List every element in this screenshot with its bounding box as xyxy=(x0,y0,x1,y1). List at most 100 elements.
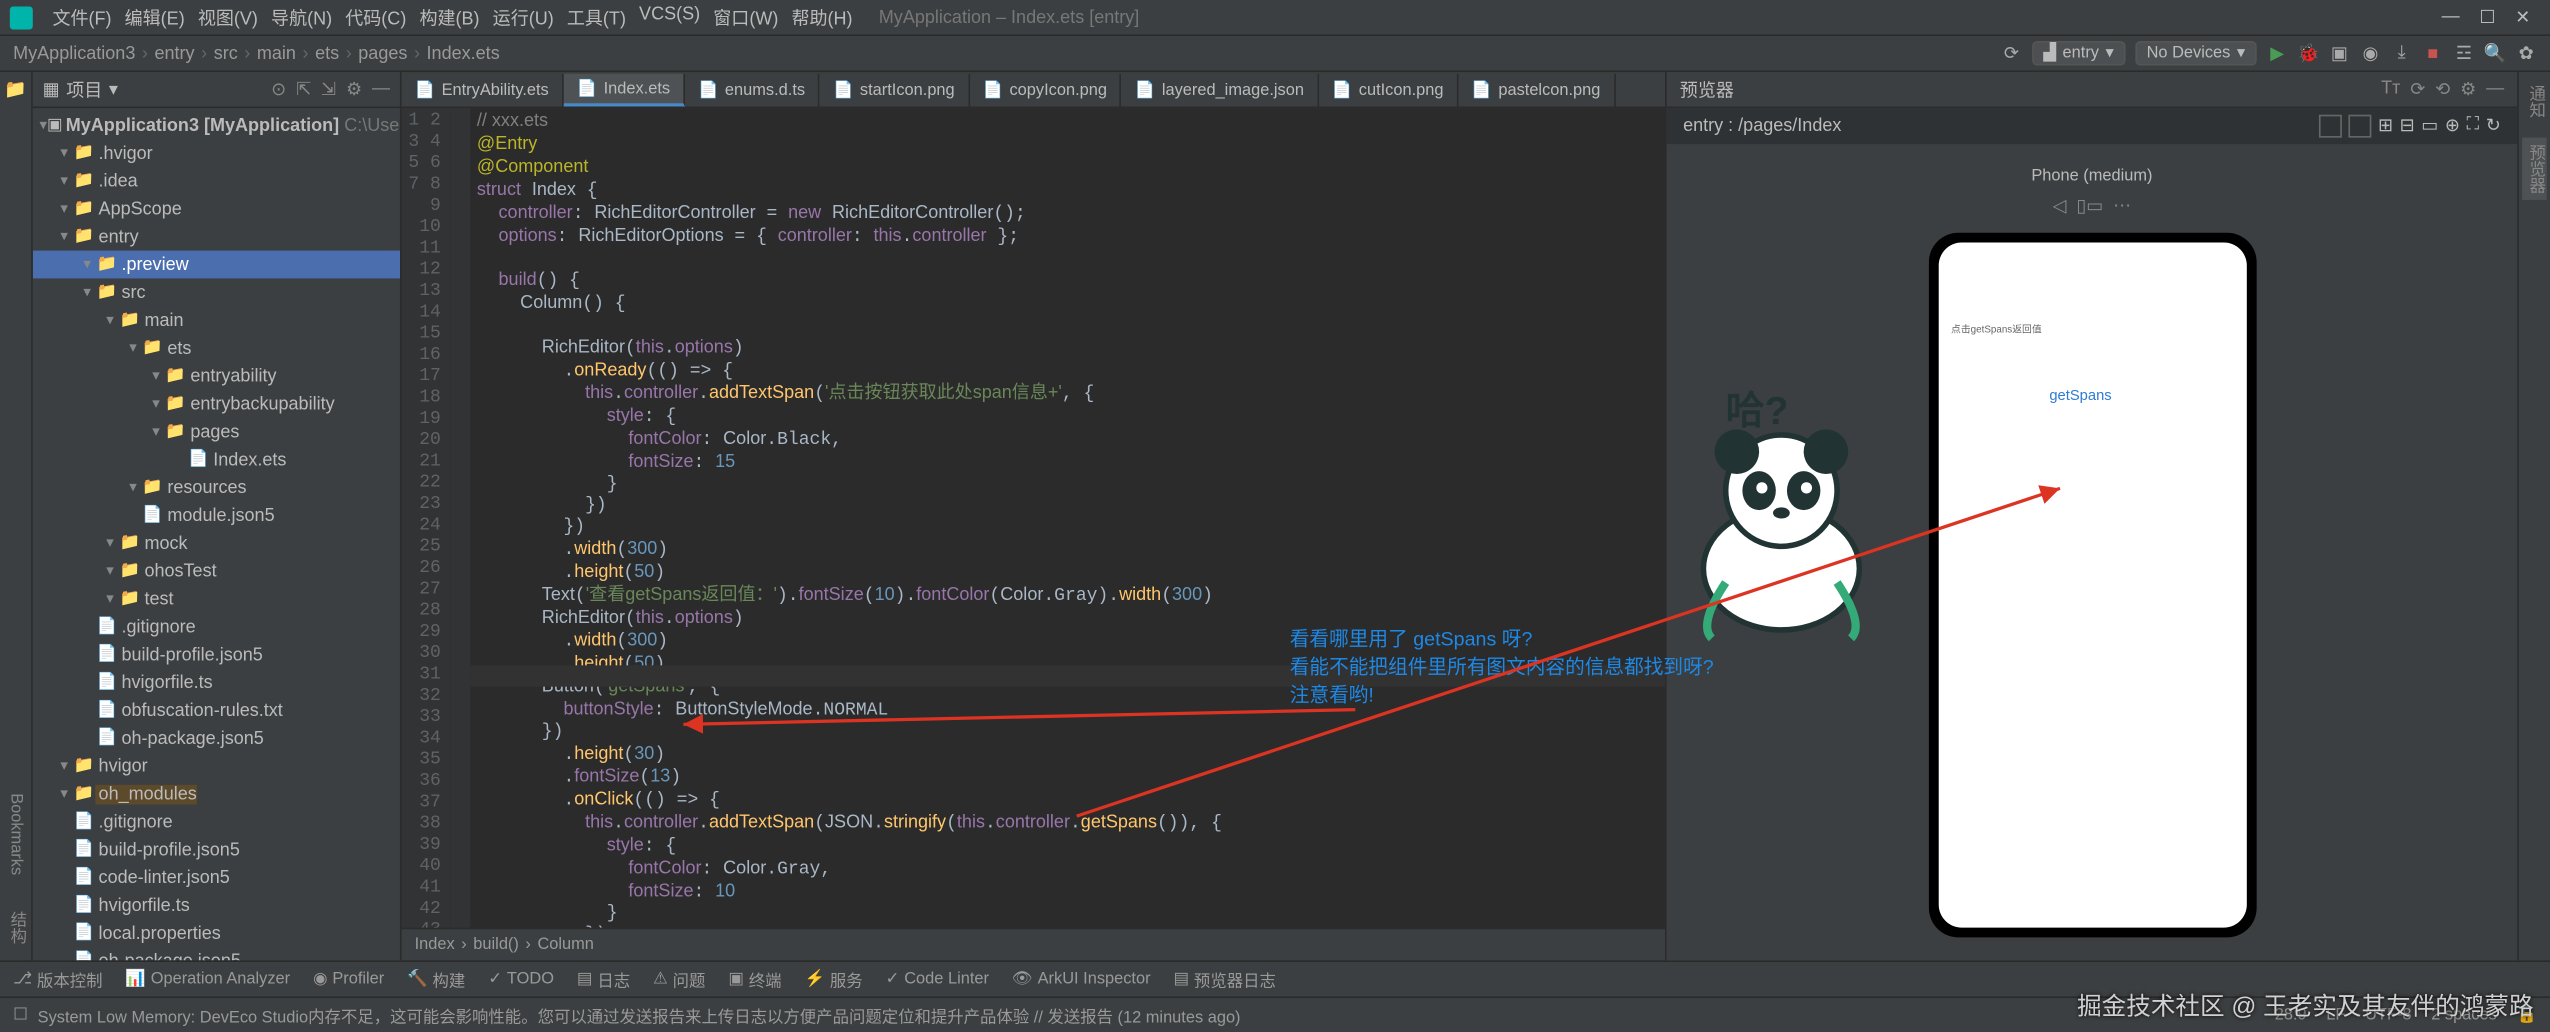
multi-device-icon[interactable]: ⊞ xyxy=(2378,115,2393,138)
hide-panel-icon[interactable]: — xyxy=(2486,79,2504,100)
tool-window-button[interactable]: ▤日志 xyxy=(577,967,630,992)
menu-item[interactable]: 导航(N) xyxy=(264,1,338,34)
tree-node[interactable]: ▾📁src xyxy=(33,279,400,307)
stop-icon[interactable]: ■ xyxy=(2422,43,2443,64)
tree-node[interactable]: 📄build-profile.json5 xyxy=(33,836,400,864)
editor-tab[interactable]: 📄startIcon.png xyxy=(820,74,970,107)
rotate-icon[interactable]: ⟲ xyxy=(2435,79,2450,100)
more-icon[interactable]: ⋯ xyxy=(2113,195,2131,216)
coverage-icon[interactable]: ▣ xyxy=(2329,43,2350,64)
tool-window-button[interactable]: ◉Profiler xyxy=(313,970,384,988)
tool-window-button[interactable]: ⚡服务 xyxy=(805,967,863,992)
tree-node[interactable]: 📄.gitignore xyxy=(33,613,400,641)
tree-node[interactable]: ▾📁oh_modules xyxy=(33,780,400,808)
run-icon[interactable]: ▶ xyxy=(2266,43,2287,64)
tool-window-button[interactable]: ✓Code Linter xyxy=(886,970,989,988)
tool-window-button[interactable]: 👁ArkUI Inspector xyxy=(1012,970,1151,988)
crumb-segment[interactable]: main xyxy=(257,43,296,63)
zoom-in-icon[interactable]: ⊕ xyxy=(2445,115,2460,138)
crumb-segment[interactable]: entry xyxy=(154,43,194,63)
settings-icon[interactable]: ⚙ xyxy=(346,79,362,100)
editor-tab[interactable]: 📄pastelcon.png xyxy=(1458,74,1615,107)
menu-item[interactable]: 工具(T) xyxy=(560,1,632,34)
hide-icon[interactable]: — xyxy=(372,79,390,100)
settings-icon[interactable]: ✿ xyxy=(2516,43,2537,64)
tool-window-button[interactable]: ▣终端 xyxy=(728,967,781,992)
tree-node[interactable]: ▾📁pages xyxy=(33,418,400,446)
crumb-segment[interactable]: pages xyxy=(358,43,407,63)
editor-tab[interactable]: 📄layered_image.json xyxy=(1122,74,1319,107)
device-dropdown[interactable]: No Devices ▾ xyxy=(2135,41,2257,66)
zoom-fit-icon[interactable]: ▭ xyxy=(2421,115,2438,138)
gear-icon[interactable]: ⚙ xyxy=(2460,79,2476,100)
editor-breadcrumb[interactable]: Index › build() › Column xyxy=(402,928,1666,961)
tree-node[interactable]: 📄hvigorfile.ts xyxy=(33,892,400,920)
editor-tab[interactable]: 📄EntryAbility.ets xyxy=(402,74,564,107)
status-icon[interactable]: ☐ xyxy=(13,1006,28,1024)
structure-tab[interactable]: 结构 xyxy=(3,905,28,951)
crumb-segment[interactable]: ets xyxy=(315,43,339,63)
tree-node[interactable]: 📄code-linter.json5 xyxy=(33,864,400,892)
menu-item[interactable]: 帮助(H) xyxy=(785,1,859,34)
close-button[interactable]: ✕ xyxy=(2515,7,2530,28)
refresh-icon[interactable]: ⟳ xyxy=(2410,79,2425,100)
tree-node[interactable]: ▾📁.hvigor xyxy=(33,139,400,167)
tree-node[interactable]: ▾📁test xyxy=(33,585,400,613)
tool-window-button[interactable]: 🔨构建 xyxy=(407,967,465,992)
expand-all-icon[interactable]: ⇱ xyxy=(296,79,311,100)
editor-tab[interactable]: 📄cutIcon.png xyxy=(1319,74,1459,107)
tool-window-button[interactable]: ⚠问题 xyxy=(653,967,705,992)
sync-icon[interactable]: ⟳ xyxy=(2001,43,2022,64)
tree-node[interactable]: 📄.gitignore xyxy=(33,808,400,836)
line-gutter[interactable]: 1 2 3 4 5 6 7 8 9 10 11 12 13 14 15 16 1… xyxy=(402,108,451,927)
code-editor[interactable]: // xxx.ets @Entry @Component struct Inde… xyxy=(470,108,1665,927)
tree-node[interactable]: ▾📁entry xyxy=(33,223,400,251)
phone-screen[interactable]: 点击getSpans返回值 getSpans xyxy=(1938,243,2246,928)
search-icon[interactable]: 🔍 xyxy=(2484,43,2505,64)
select-opened-icon[interactable]: ⊙ xyxy=(271,79,286,100)
tree-node[interactable]: ▾📁AppScope xyxy=(33,195,400,223)
tree-node[interactable]: 📄obfuscation-rules.txt xyxy=(33,696,400,724)
grid-icon[interactable] xyxy=(2348,115,2371,138)
editor-tab[interactable]: 📄enums.d.ts xyxy=(685,74,820,107)
back-icon[interactable]: ◁ xyxy=(2053,195,2067,216)
editor-tab[interactable]: 📄Index.ets xyxy=(563,74,684,107)
tree-node[interactable]: ▾📁ets xyxy=(33,334,400,362)
tree-node[interactable]: 📄oh-package.json5 xyxy=(33,947,400,960)
tool-window-button[interactable]: 📊Operation Analyzer xyxy=(125,970,290,988)
restart-icon[interactable]: ↻ xyxy=(2486,115,2501,138)
editor-tab[interactable]: 📄copyIcon.png xyxy=(969,74,1121,107)
getspans-button[interactable]: getSpans xyxy=(2036,383,2125,406)
menu-item[interactable]: 编辑(E) xyxy=(118,1,191,34)
tool-window-button[interactable]: ✓TODO xyxy=(488,970,554,988)
crumb-segment[interactable]: src xyxy=(214,43,238,63)
tree-node[interactable]: 📄oh-package.json5 xyxy=(33,724,400,752)
zoom-out-icon[interactable]: ⊟ xyxy=(2400,115,2415,138)
rotate-device-icon[interactable]: ▯▭ xyxy=(2076,195,2103,216)
menu-item[interactable]: 文件(F) xyxy=(46,1,118,34)
fold-gutter[interactable] xyxy=(451,108,471,927)
tree-root[interactable]: ▾▣MyApplication3 [MyApplication] C:\User… xyxy=(33,111,400,139)
structure-icon[interactable]: ☲ xyxy=(2453,43,2474,64)
crumb-segment[interactable]: MyApplication3 xyxy=(13,43,135,63)
run-target-dropdown[interactable]: ▟ entry ▾ xyxy=(2032,41,2125,66)
menu-item[interactable]: 代码(C) xyxy=(339,1,413,34)
project-tool-icon[interactable]: 📁 xyxy=(4,79,26,100)
menu-item[interactable]: 运行(U) xyxy=(486,1,560,34)
inspect-icon[interactable] xyxy=(2319,115,2342,138)
fullscreen-icon[interactable]: ⛶ xyxy=(2467,115,2480,138)
menu-item[interactable]: 窗口(W) xyxy=(707,1,785,34)
collapse-all-icon[interactable]: ⇲ xyxy=(321,79,336,100)
project-tree[interactable]: ▾▣MyApplication3 [MyApplication] C:\User… xyxy=(33,108,400,960)
tree-node[interactable]: 📄hvigorfile.ts xyxy=(33,669,400,697)
tree-node[interactable]: ▾📁resources xyxy=(33,474,400,502)
menu-item[interactable]: 构建(B) xyxy=(413,1,486,34)
tree-node[interactable]: ▾📁entryability xyxy=(33,362,400,390)
tool-window-button[interactable]: ⎇版本控制 xyxy=(13,967,102,992)
previewer-tab[interactable]: 预览器 xyxy=(2522,138,2547,200)
minimize-button[interactable]: — xyxy=(2442,7,2460,28)
tree-node[interactable]: 📄module.json5 xyxy=(33,501,400,529)
debug-icon[interactable]: 🐞 xyxy=(2298,43,2319,64)
font-size-icon[interactable]: Tт xyxy=(2381,79,2400,100)
maximize-button[interactable]: ☐ xyxy=(2479,7,2495,28)
